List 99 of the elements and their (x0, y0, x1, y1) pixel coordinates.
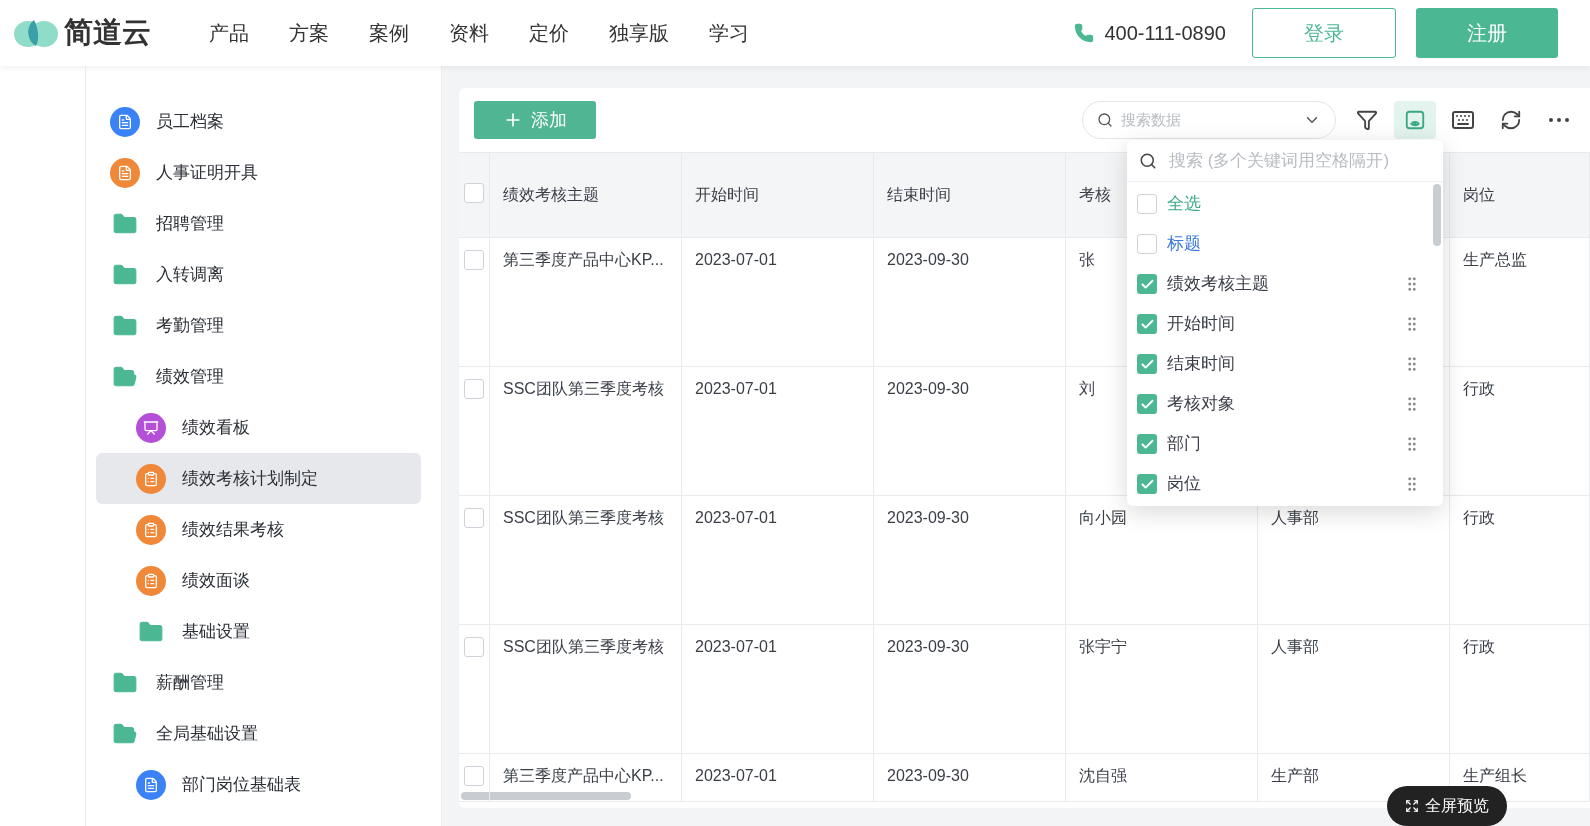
table-cell: 行政 (1463, 509, 1495, 526)
column-option[interactable]: 标题 (1127, 224, 1443, 264)
column-option[interactable]: 绩效考核主题 (1127, 264, 1443, 304)
table-cell: 2023-07-01 (695, 509, 777, 526)
table-cell: 张 (1079, 251, 1095, 268)
checkbox[interactable] (464, 637, 484, 657)
sidebar-item[interactable]: 员工档案 (96, 96, 421, 147)
column-header: 开始时间 (695, 186, 759, 203)
keyboard-icon (1451, 108, 1475, 132)
nav-link[interactable]: 案例 (369, 18, 409, 48)
column-header: 结束时间 (887, 186, 951, 203)
sidebar-item[interactable]: 入转调离 (96, 249, 421, 300)
table-cell: SSC团队第三季度考核 (503, 380, 664, 397)
vertical-scrollbar[interactable] (1433, 184, 1441, 246)
nav-link[interactable]: 学习 (709, 18, 749, 48)
phone-number: 400-111-0890 (1104, 21, 1226, 46)
table-cell: 张宇宁 (1079, 638, 1127, 655)
table-cell: 生产组长 (1463, 767, 1527, 784)
table-cell: 人事部 (1271, 509, 1319, 526)
table-cell: SSC团队第三季度考核 (503, 638, 664, 655)
checkbox[interactable] (1137, 394, 1157, 414)
checkbox[interactable] (1137, 474, 1157, 494)
filter-icon (1356, 109, 1378, 131)
clipboard-icon (136, 463, 166, 494)
table-cell: 沈自强 (1079, 767, 1127, 784)
sidebar-item[interactable]: 部门岗位基础表 (96, 759, 421, 810)
column-header: 考核 (1079, 186, 1111, 203)
checkbox[interactable] (464, 183, 484, 203)
table-cell: 2023-09-30 (887, 767, 969, 784)
sidebar-item[interactable]: 考勤管理 (96, 300, 421, 351)
table-cell: 第三季度产品中心KP... (503, 251, 664, 268)
column-header: 绩效考核主题 (503, 186, 599, 203)
table-cell: 2023-07-01 (695, 380, 777, 397)
column-search-field[interactable]: 搜索 (多个关键词用空格隔开) (1169, 147, 1431, 174)
nav-link[interactable]: 资料 (449, 18, 489, 48)
more-icon (1549, 118, 1569, 122)
sidebar-item[interactable]: 绩效结果考核 (96, 504, 421, 555)
nav-link[interactable]: 独享版 (609, 18, 669, 48)
checkbox[interactable] (464, 379, 484, 399)
eye-card-button[interactable] (1394, 101, 1436, 139)
search-icon (1097, 112, 1113, 128)
checkbox[interactable] (1137, 234, 1157, 254)
table-cell: 向小园 (1079, 509, 1127, 526)
column-option[interactable]: 结束时间 (1127, 344, 1443, 384)
search-icon (1139, 151, 1157, 170)
sidebar-item[interactable]: 全局基础设置 (96, 708, 421, 759)
table-cell: 行政 (1463, 638, 1495, 655)
column-option[interactable]: 开始时间 (1127, 304, 1443, 344)
column-header: 岗位 (1463, 186, 1495, 203)
table-cell: 2023-09-30 (887, 251, 969, 268)
search-field[interactable]: 搜索数据 (1121, 108, 1295, 132)
checkbox[interactable] (464, 766, 484, 786)
table-cell: 人事部 (1271, 638, 1319, 655)
checkbox[interactable] (1137, 434, 1157, 454)
nav-link[interactable]: 产品 (209, 18, 249, 48)
table-cell: 2023-07-01 (695, 251, 777, 268)
document-icon (136, 769, 166, 800)
column-option[interactable]: 考核对象 (1127, 384, 1443, 424)
checkbox[interactable] (464, 250, 484, 270)
checkbox[interactable] (1137, 194, 1157, 214)
table-cell: 生产总监 (1463, 251, 1527, 268)
sidebar-item[interactable]: 招聘管理 (96, 198, 421, 249)
table-cell: 第三季度产品中心KP... (503, 767, 664, 784)
sidebar-item[interactable]: 绩效管理 (96, 351, 421, 402)
clipboard-icon (136, 565, 166, 596)
column-option[interactable]: 岗位 (1127, 464, 1443, 504)
sidebar-item[interactable]: 绩效面谈 (96, 555, 421, 606)
phone-icon (1074, 23, 1095, 43)
horizontal-scrollbar[interactable] (461, 792, 631, 800)
sidebar-item[interactable]: 绩效看板 (96, 402, 421, 453)
table-cell: 2023-07-01 (695, 638, 777, 655)
refresh-icon (1500, 109, 1522, 131)
table-cell: 2023-09-30 (887, 380, 969, 397)
expand-icon (1405, 799, 1419, 813)
clipboard-icon (136, 514, 166, 545)
table-cell: 行政 (1463, 380, 1495, 397)
checkbox[interactable] (1137, 314, 1157, 334)
nav-link[interactable]: 方案 (289, 18, 329, 48)
sidebar-item[interactable]: 绩效考核计划制定 (96, 453, 421, 504)
chart-board-icon (136, 412, 166, 443)
checkbox[interactable] (464, 508, 484, 528)
table-cell: 2023-07-01 (695, 767, 777, 784)
sidebar-item[interactable]: 人事证明开具 (96, 147, 421, 198)
table-cell: 刘 (1079, 380, 1095, 397)
table-cell: SSC团队第三季度考核 (503, 509, 664, 526)
nav-link[interactable]: 定价 (529, 18, 569, 48)
fullscreen-preview-button[interactable]: 全屏预览 (1387, 786, 1507, 826)
table-cell: 2023-09-30 (887, 509, 969, 526)
document-icon (110, 157, 140, 188)
table-cell: 2023-09-30 (887, 638, 969, 655)
logo-text: 简道云 (64, 15, 151, 51)
sidebar-item[interactable]: 基础设置 (96, 606, 421, 657)
document-icon (110, 106, 140, 137)
sidebar-item[interactable]: 薪酬管理 (96, 657, 421, 708)
table-cell: 生产部 (1271, 767, 1319, 784)
checkbox[interactable] (1137, 354, 1157, 374)
column-option[interactable]: 部门 (1127, 424, 1443, 464)
checkbox[interactable] (1137, 274, 1157, 294)
eye-card-icon (1404, 109, 1426, 131)
